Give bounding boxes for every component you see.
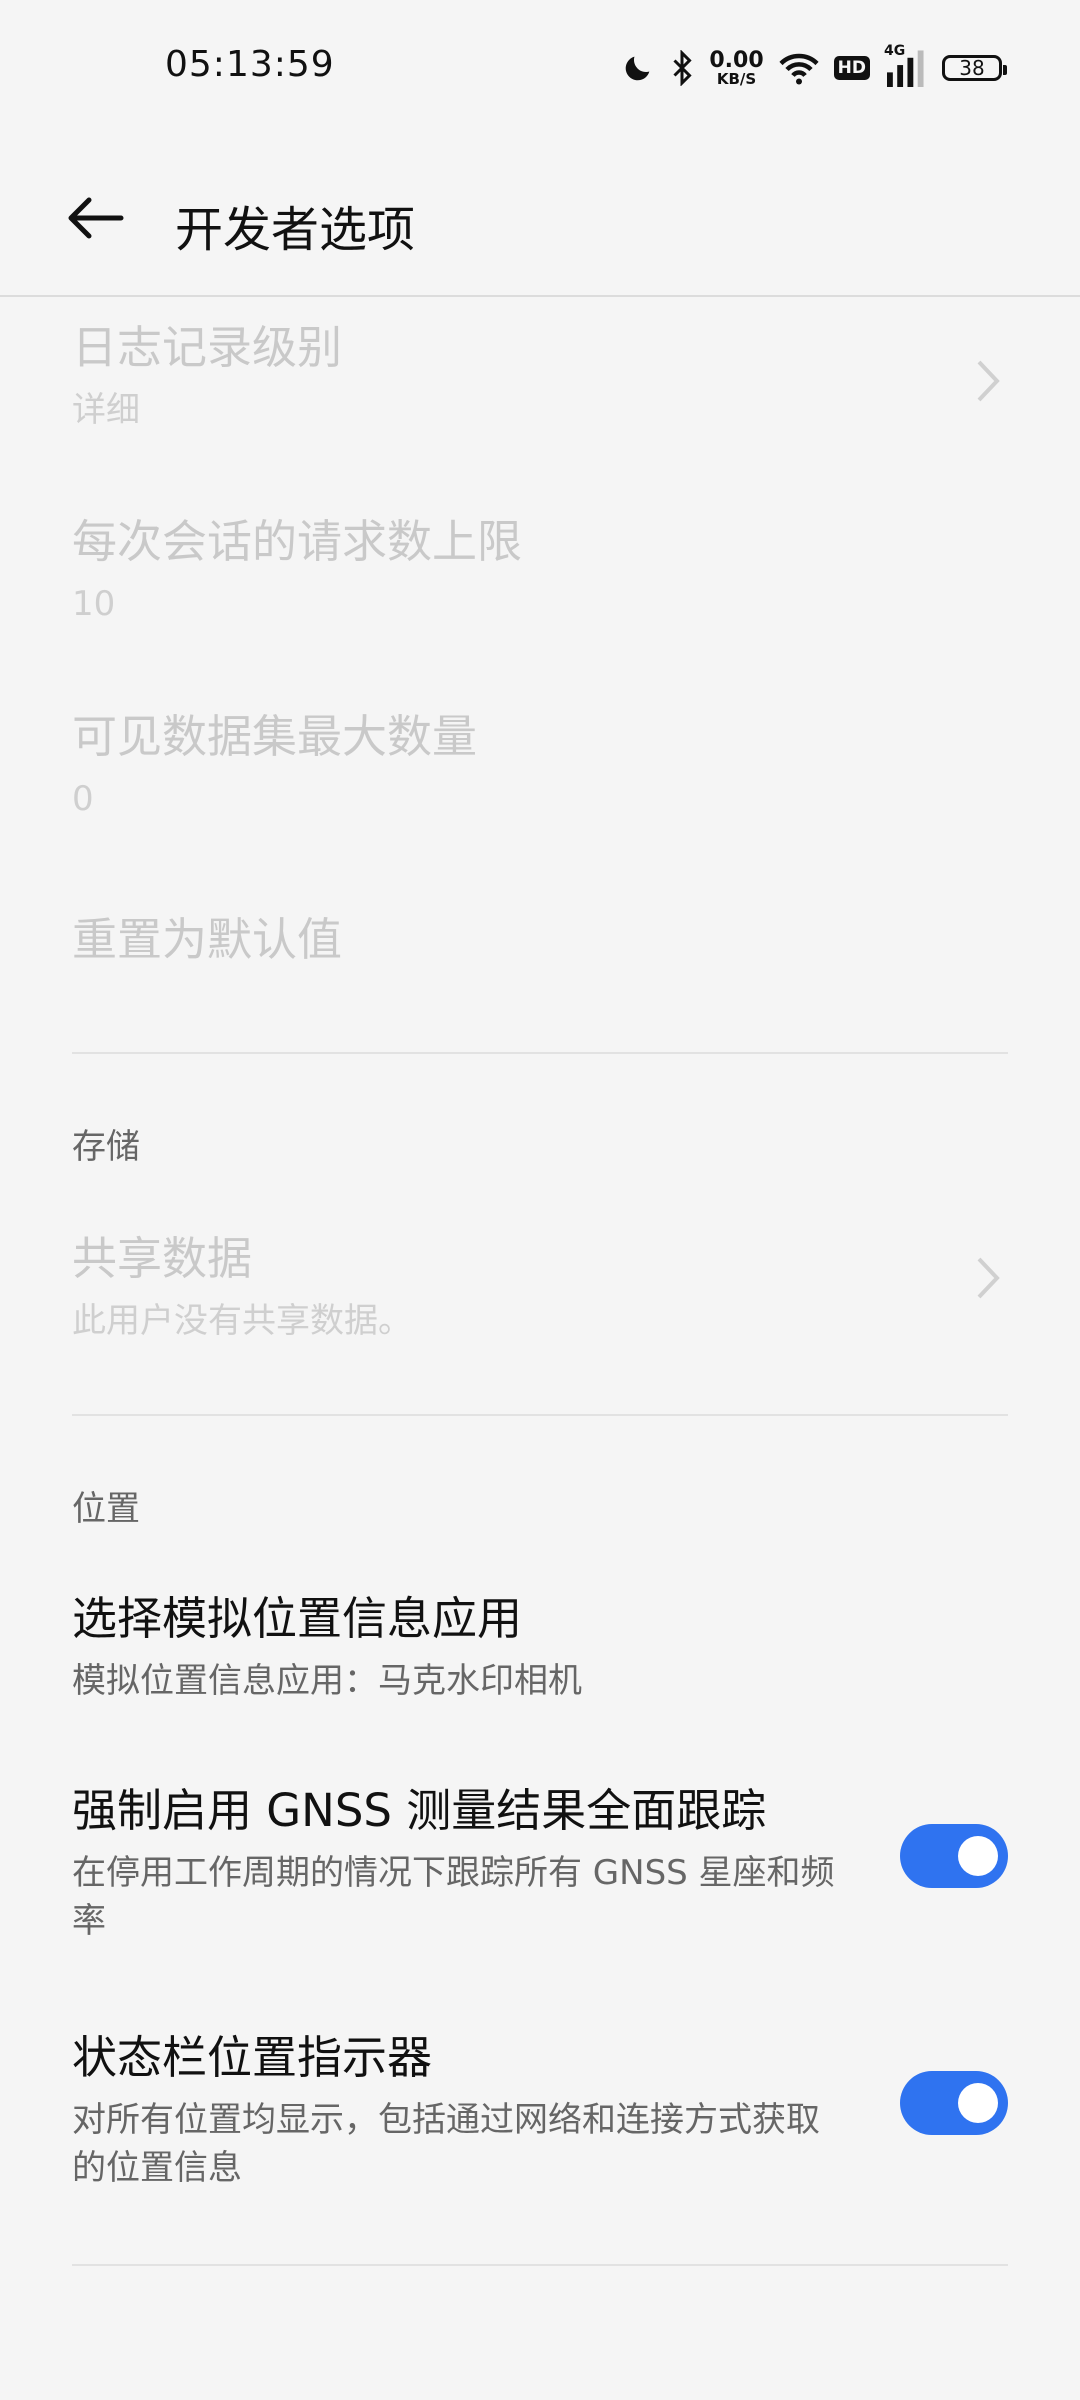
item-subtitle: 对所有位置均显示，包括通过网络和连接方式获取的位置信息 <box>72 2100 820 2188</box>
net-speed: 0.00 KB/S <box>709 47 764 88</box>
item-subtitle: 此用户没有共享数据。 <box>72 1301 412 1341</box>
status-time: 05:13:59 <box>165 44 335 85</box>
item-title: 选择模拟位置信息应用 <box>72 1592 523 1645</box>
wifi-icon <box>778 51 820 85</box>
item-title: 可见数据集最大数量 <box>72 710 478 763</box>
request-limit-item[interactable]: 每次会话的请求数上限 10 <box>72 505 1008 628</box>
section-header-location: 位置 <box>72 1489 140 1529</box>
toggle-knob <box>958 1836 998 1876</box>
status-icons: 0.00 KB/S HD 4G 38 <box>621 43 1007 92</box>
divider <box>72 1414 1008 1416</box>
divider <box>72 2264 1008 2266</box>
item-title: 每次会话的请求数上限 <box>72 515 523 568</box>
item-title: 重置为默认值 <box>72 913 343 966</box>
gnss-tracking-item[interactable]: 强制启用 GNSS 测量结果全面跟踪 在停用工作周期的情况下跟踪所有 GNSS … <box>72 1774 1008 1945</box>
statusbar-location-indicator-item[interactable]: 状态栏位置指示器 对所有位置均显示，包括通过网络和连接方式获取的位置信息 <box>72 2021 1008 2192</box>
battery-level: 38 <box>959 56 985 80</box>
net-speed-value: 0.00 <box>709 47 764 73</box>
shared-data-item[interactable]: 共享数据 此用户没有共享数据。 <box>72 1222 1008 1345</box>
gnss-toggle[interactable] <box>900 1824 1008 1888</box>
section-header-storage: 存储 <box>72 1127 140 1167</box>
bluetooth-icon <box>669 50 695 86</box>
hd-icon: HD <box>833 56 870 80</box>
signal-label: 4G <box>884 43 906 59</box>
moon-icon <box>621 51 655 85</box>
item-title: 共享数据 <box>72 1232 253 1285</box>
toggle-knob <box>958 2083 998 2123</box>
chevron-right-icon <box>968 351 1008 411</box>
item-title: 状态栏位置指示器 <box>72 2031 433 2084</box>
item-subtitle: 10 <box>72 584 116 624</box>
reset-default-item[interactable]: 重置为默认值 <box>72 903 1008 968</box>
status-bar: 05:13:59 0.00 KB/S HD 4G 38 <box>0 0 1080 140</box>
net-speed-unit: KB/S <box>716 69 757 88</box>
arrow-left-icon <box>68 197 124 239</box>
mock-location-app-item[interactable]: 选择模拟位置信息应用 模拟位置信息应用：马克水印相机 <box>72 1582 1008 1705</box>
location-indicator-toggle[interactable] <box>900 2071 1008 2135</box>
chevron-right-icon <box>968 1248 1008 1308</box>
signal-icon: 4G <box>884 43 928 87</box>
item-title: 强制启用 GNSS 测量结果全面跟踪 <box>72 1784 767 1837</box>
back-button[interactable] <box>60 188 130 248</box>
item-subtitle: 在停用工作周期的情况下跟踪所有 GNSS 星座和频率 <box>72 1853 835 1941</box>
divider <box>72 1052 1008 1054</box>
item-title: 日志记录级别 <box>72 321 343 374</box>
item-subtitle: 模拟位置信息应用：马克水印相机 <box>72 1661 582 1701</box>
app-bar: 开发者选项 <box>0 140 1080 297</box>
item-subtitle: 0 <box>72 779 94 819</box>
item-subtitle: 详细 <box>72 390 140 430</box>
page-title: 开发者选项 <box>175 202 416 258</box>
battery-icon: 38 <box>942 55 1007 81</box>
log-level-item[interactable]: 日志记录级别 详细 <box>72 311 1008 434</box>
max-datasets-item[interactable]: 可见数据集最大数量 0 <box>72 700 1008 823</box>
